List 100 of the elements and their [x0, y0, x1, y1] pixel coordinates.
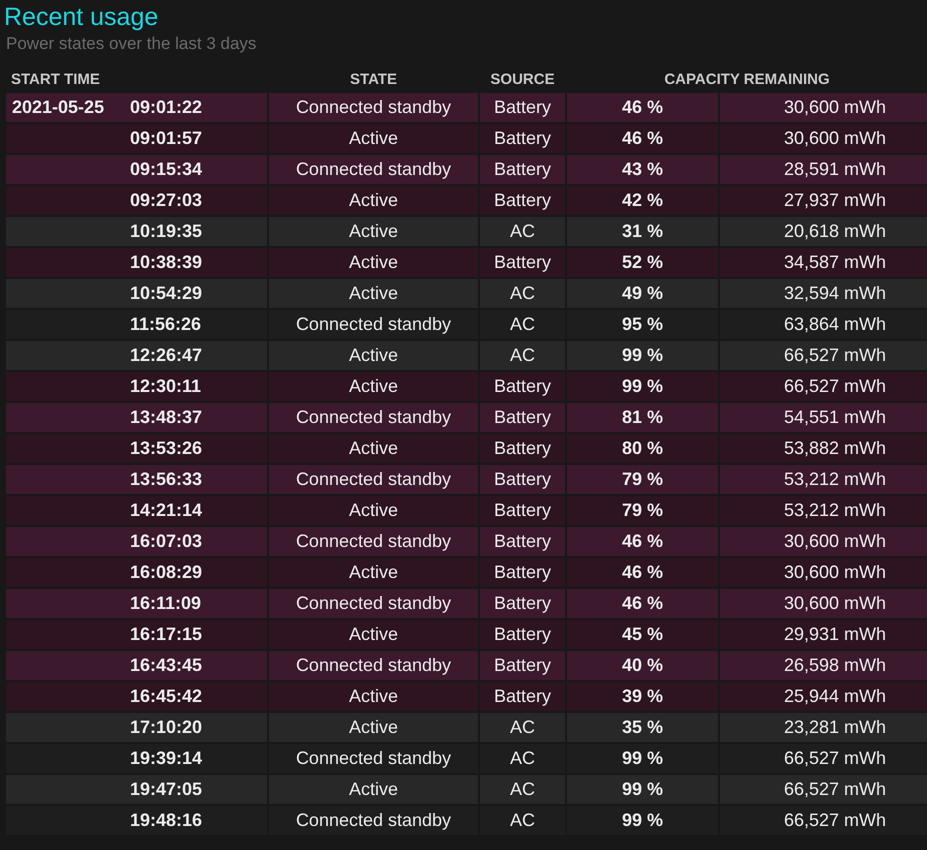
table-cell: Active: [269, 713, 478, 742]
table-cell: Connected standby: [269, 527, 478, 556]
section-title: Recent usage: [4, 2, 160, 32]
table-cell: Connected standby: [269, 651, 478, 680]
table-cell: AC: [480, 713, 565, 742]
table-cell: Active: [269, 775, 478, 804]
table-cell: Battery: [480, 527, 565, 556]
table-cell: 46 %: [567, 527, 718, 556]
time-text: 12:26:47: [130, 345, 202, 366]
table-cell: Active: [269, 434, 478, 463]
table-cell: 25,944 mWh: [720, 682, 927, 711]
table-cell: 34,587 mWh: [720, 248, 927, 277]
table-cell: 46 %: [567, 589, 718, 618]
column-header: SOURCE: [490, 70, 555, 90]
time-text: 09:27:03: [130, 190, 202, 211]
table-cell: Active: [269, 496, 478, 525]
table-cell: 30,600 mWh: [720, 93, 927, 122]
table-cell: 29,931 mWh: [720, 620, 927, 649]
table-cell: AC: [480, 806, 565, 835]
time-text: 09:01:22: [130, 97, 202, 118]
time-text: 16:11:09: [130, 593, 202, 614]
table-cell: 26,598 mWh: [720, 651, 927, 680]
table-cell: 54,551 mWh: [720, 403, 927, 432]
time-text: 16:45:42: [130, 686, 202, 707]
table-cell: Battery: [480, 434, 565, 463]
table-cell: Active: [269, 372, 478, 401]
table-cell: 39 %: [567, 682, 718, 711]
table-cell: Battery: [480, 155, 565, 184]
table-cell: 95 %: [567, 310, 718, 339]
table-cell: 66,527 mWh: [720, 744, 927, 773]
time-text: 19:39:14: [130, 748, 202, 769]
column-header: CAPACITY REMAINING: [664, 70, 830, 90]
table-cell: 53,212 mWh: [720, 496, 927, 525]
table-cell: 66,527 mWh: [720, 372, 927, 401]
table-cell: 32,594 mWh: [720, 279, 927, 308]
table-cell: Active: [269, 279, 478, 308]
date-text: 2021-05-25: [12, 97, 106, 118]
table-cell: Connected standby: [269, 403, 478, 432]
time-text: 14:21:14: [130, 500, 202, 521]
table-cell: 53,882 mWh: [720, 434, 927, 463]
table-cell: AC: [480, 310, 565, 339]
table-cell: 35 %: [567, 713, 718, 742]
table-cell: Battery: [480, 558, 565, 587]
column-header: STATE: [350, 70, 397, 90]
table-cell: Battery: [480, 465, 565, 494]
time-text: 13:48:37: [130, 407, 202, 428]
table-cell: 99 %: [567, 744, 718, 773]
table-cell: 79 %: [567, 496, 718, 525]
table-cell: 46 %: [567, 558, 718, 587]
table-cell: Connected standby: [269, 806, 478, 835]
table-cell: Battery: [480, 248, 565, 277]
table-cell: 31 %: [567, 217, 718, 246]
table-cell: Connected standby: [269, 744, 478, 773]
table-cell: Battery: [480, 620, 565, 649]
table-cell: Battery: [480, 124, 565, 153]
table-cell: 66,527 mWh: [720, 341, 927, 370]
time-text: 19:48:16: [130, 810, 202, 831]
table-cell: 79 %: [567, 465, 718, 494]
table-cell: 28,591 mWh: [720, 155, 927, 184]
table-cell: 43 %: [567, 155, 718, 184]
table-cell: Active: [269, 558, 478, 587]
table-cell: 46 %: [567, 124, 718, 153]
table-cell: 40 %: [567, 651, 718, 680]
time-text: 13:53:26: [130, 438, 202, 459]
table-cell: 46 %: [567, 93, 718, 122]
table-cell: 99 %: [567, 341, 718, 370]
table-cell: Battery: [480, 372, 565, 401]
time-text: 09:01:57: [130, 128, 202, 149]
table-cell: Battery: [480, 186, 565, 215]
time-text: 13:56:33: [130, 469, 202, 490]
table-cell: Battery: [480, 93, 565, 122]
table-cell: 30,600 mWh: [720, 124, 927, 153]
column-header: START TIME: [10, 70, 101, 90]
table-cell: 23,281 mWh: [720, 713, 927, 742]
table-cell: Connected standby: [269, 310, 478, 339]
section-subtitle: Power states over the last 3 days: [6, 33, 258, 55]
table-cell: Active: [269, 186, 478, 215]
table-cell: 53,212 mWh: [720, 465, 927, 494]
table-cell: AC: [480, 775, 565, 804]
table-cell: 30,600 mWh: [720, 589, 927, 618]
time-text: 16:07:03: [130, 531, 202, 552]
table-cell: Active: [269, 248, 478, 277]
table-cell: 81 %: [567, 403, 718, 432]
time-text: 16:43:45: [130, 655, 202, 676]
table-cell: Active: [269, 620, 478, 649]
table-cell: 99 %: [567, 806, 718, 835]
table-cell: Active: [269, 124, 478, 153]
table-cell: 30,600 mWh: [720, 527, 927, 556]
table-cell: AC: [480, 341, 565, 370]
table-cell: 49 %: [567, 279, 718, 308]
time-text: 16:17:15: [130, 624, 202, 645]
table-cell: Battery: [480, 403, 565, 432]
table-cell: 42 %: [567, 186, 718, 215]
table-cell: 52 %: [567, 248, 718, 277]
table-cell: Connected standby: [269, 155, 478, 184]
table-cell: Battery: [480, 682, 565, 711]
table-cell: 99 %: [567, 775, 718, 804]
table-cell: 30,600 mWh: [720, 558, 927, 587]
table-cell: Battery: [480, 651, 565, 680]
time-text: 17:10:20: [130, 717, 202, 738]
